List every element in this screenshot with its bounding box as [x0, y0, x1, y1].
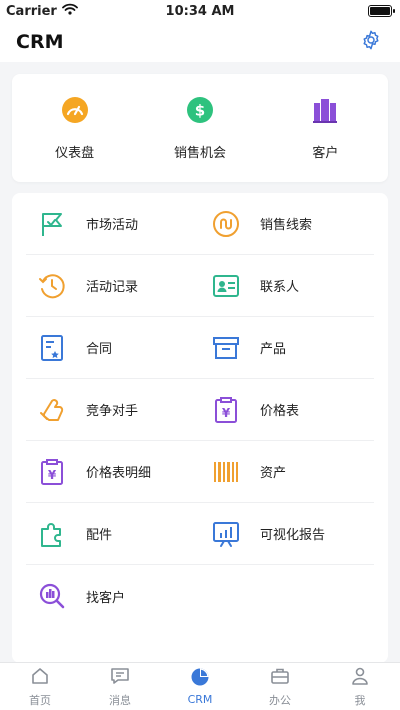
module-item-competitors[interactable]: 竞争对手 — [26, 379, 200, 441]
lead-icon — [212, 210, 240, 238]
module-grid: 市场活动 销售线索 活动记录 联系人 合同 产品 竞争对手 ¥ 价格表 ¥ 价格… — [12, 193, 388, 627]
module-label: 可视化报告 — [260, 528, 326, 543]
module-list-card: 市场活动 销售线索 活动记录 联系人 合同 产品 竞争对手 ¥ 价格表 ¥ 价格… — [12, 193, 388, 663]
module-item-find-customer[interactable]: 找客户 — [26, 565, 200, 627]
contact-card-icon — [212, 272, 240, 300]
module-item-price-list[interactable]: ¥ 价格表 — [200, 379, 374, 441]
module-item-leads[interactable]: 销售线索 — [200, 193, 374, 255]
module-label: 合同 — [86, 342, 113, 357]
tab-label: 我 — [354, 693, 366, 707]
puzzle-icon — [38, 520, 66, 548]
find-customer-icon — [38, 582, 66, 610]
quick-item-customers[interactable]: 客户 — [263, 96, 388, 161]
nav-bar: CRM — [0, 22, 400, 62]
quick-label: 客户 — [312, 145, 339, 161]
barcode-icon — [212, 458, 240, 486]
gear-icon — [360, 29, 382, 55]
dollar-icon: $ — [186, 96, 214, 128]
tab-label: 办公 — [269, 693, 291, 707]
buildings-icon — [311, 96, 339, 128]
tab-home[interactable]: 首页 — [0, 663, 80, 710]
module-item-accessories[interactable]: 配件 — [26, 503, 200, 565]
module-item-price-list-detail[interactable]: ¥ 价格表明细 — [26, 441, 200, 503]
tab-label: 首页 — [29, 693, 51, 707]
tab-bar: 首页 消息 CRM 办公 我 — [0, 662, 400, 710]
tab-label: 消息 — [109, 693, 131, 707]
competitor-icon — [38, 396, 66, 424]
svg-text:¥: ¥ — [48, 468, 57, 482]
module-item-campaigns[interactable]: 市场活动 — [26, 193, 200, 255]
dashboard-icon — [61, 96, 89, 128]
report-chart-icon — [212, 520, 240, 548]
module-item-products[interactable]: 产品 — [200, 317, 374, 379]
tab-me[interactable]: 我 — [320, 663, 400, 710]
module-label: 联系人 — [260, 280, 300, 295]
page-title: CRM — [16, 31, 64, 53]
tab-office[interactable]: 办公 — [240, 663, 320, 710]
module-item-assets[interactable]: 资产 — [200, 441, 374, 503]
svg-text:$: $ — [195, 101, 205, 119]
pie-chart-icon — [190, 667, 210, 690]
module-label: 价格表 — [260, 404, 300, 419]
battery-icon — [368, 5, 395, 17]
module-item-contacts[interactable]: 联系人 — [200, 255, 374, 317]
tab-label: CRM — [187, 693, 213, 706]
tab-crm[interactable]: CRM — [160, 663, 240, 710]
history-icon — [38, 272, 66, 300]
status-bar: Carrier 10:34 AM — [0, 0, 400, 22]
module-label: 市场活动 — [86, 218, 139, 233]
product-box-icon — [212, 334, 240, 362]
tab-messages[interactable]: 消息 — [80, 663, 160, 710]
quick-access-card: 仪表盘 $ 销售机会 客户 — [12, 74, 388, 182]
price-list-icon: ¥ — [212, 396, 240, 424]
module-label: 资产 — [260, 466, 287, 481]
price-detail-icon: ¥ — [38, 458, 66, 486]
quick-item-opportunities[interactable]: $ 销售机会 — [137, 96, 262, 161]
quick-item-dashboard[interactable]: 仪表盘 — [12, 96, 137, 161]
module-item-contracts[interactable]: 合同 — [26, 317, 200, 379]
wifi-icon — [61, 3, 78, 19]
status-left: Carrier — [6, 3, 78, 19]
svg-text:¥: ¥ — [222, 406, 231, 420]
briefcase-icon — [270, 666, 290, 689]
module-label: 竞争对手 — [86, 404, 139, 419]
carrier-label: Carrier — [6, 3, 57, 19]
module-label: 销售线索 — [260, 218, 313, 233]
module-item-activity-log[interactable]: 活动记录 — [26, 255, 200, 317]
module-label: 活动记录 — [86, 280, 139, 295]
contract-icon — [38, 334, 66, 362]
module-label: 价格表明细 — [86, 466, 152, 481]
module-label: 配件 — [86, 528, 113, 543]
home-icon — [30, 666, 50, 689]
module-item-visual-report[interactable]: 可视化报告 — [200, 503, 374, 565]
person-icon — [350, 666, 370, 689]
message-icon — [110, 666, 130, 689]
module-label: 找客户 — [86, 590, 126, 606]
quick-label: 销售机会 — [173, 145, 226, 161]
settings-button[interactable] — [358, 29, 384, 55]
quick-label: 仪表盘 — [55, 145, 95, 161]
module-label: 产品 — [260, 342, 287, 357]
flag-icon — [38, 210, 66, 238]
